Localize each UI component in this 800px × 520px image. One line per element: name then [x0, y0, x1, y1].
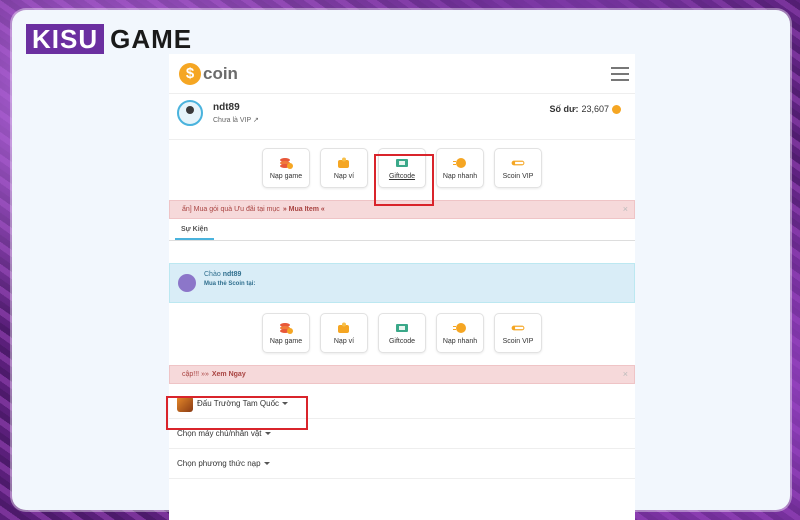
- wallet-icon: [338, 322, 349, 333]
- nap-game-button[interactable]: Nạp game: [262, 148, 310, 188]
- user-icon: [178, 274, 196, 292]
- brand-part2: GAME: [110, 23, 193, 54]
- coins-stack-icon: [280, 322, 293, 334]
- fast-coin-icon: [453, 322, 466, 333]
- external-link-icon: ↗: [252, 117, 259, 124]
- top-bar: $ coin: [169, 54, 635, 94]
- tab-bar: Sự Kiện: [169, 219, 635, 241]
- coins-stack-icon: [280, 157, 293, 169]
- update-alert: cập!!! »» Xem Ngay ×: [169, 365, 635, 384]
- close-icon[interactable]: ×: [623, 369, 628, 379]
- brand-logo: KISU GAME: [26, 24, 192, 54]
- balance-value: 23,607: [581, 104, 609, 114]
- menu-icon[interactable]: [611, 66, 629, 81]
- vip-coin-icon: [511, 325, 525, 330]
- balance-label: Số dư:: [549, 104, 579, 114]
- vip-coin-icon: [511, 160, 525, 165]
- tab-su-kien[interactable]: Sự Kiện: [175, 226, 214, 240]
- chevron-down-icon: [264, 432, 271, 435]
- fast-coin-icon: [453, 157, 466, 168]
- logo-text: coin: [203, 63, 238, 83]
- avatar[interactable]: [177, 100, 203, 126]
- payment-method-select[interactable]: Chọn phương thức nạp: [169, 449, 635, 479]
- action-grid-2: Nạp game Nạp ví Giftcode Nạp nhanh Scoin…: [169, 303, 635, 363]
- giftcode-button-2[interactable]: Giftcode: [378, 313, 426, 353]
- nap-vi-button-2[interactable]: Nạp ví: [320, 313, 368, 353]
- giftcode-highlight-box: [374, 154, 434, 206]
- greeting-panel: Chào ndt89 Mua thẻ Scoin tại:: [169, 263, 635, 303]
- nap-game-button-2[interactable]: Nạp game: [262, 313, 310, 353]
- phone-screen: $ coin ndt89 Chưa là VIP ↗ Số dư: 23,607…: [169, 54, 635, 520]
- second-section: Chào ndt89 Mua thẻ Scoin tại: Nạp game N…: [169, 263, 635, 479]
- balance: Số dư: 23,607: [549, 104, 621, 114]
- gift-card-icon: [396, 323, 408, 332]
- nap-nhanh-button-2[interactable]: Nạp nhanh: [436, 313, 484, 353]
- scoin-logo[interactable]: $ coin: [179, 62, 238, 85]
- chevron-down-icon: [263, 462, 270, 465]
- vip-status-link[interactable]: Chưa là VIP ↗: [213, 116, 259, 124]
- brand-part1: KISU: [26, 24, 105, 54]
- user-panel: ndt89 Chưa là VIP ↗ Số dư: 23,607: [169, 94, 635, 140]
- username: ndt89: [213, 102, 240, 113]
- close-icon[interactable]: ×: [623, 204, 628, 214]
- scoin-vip-button[interactable]: Scoin VIP: [494, 148, 542, 188]
- coin-icon: [612, 104, 621, 114]
- coin-icon: $: [179, 62, 201, 85]
- xem-ngay-link[interactable]: Xem Ngay: [212, 371, 246, 378]
- mua-item-link[interactable]: » Mua Item «: [283, 206, 325, 213]
- scoin-vip-button-2[interactable]: Scoin VIP: [494, 313, 542, 353]
- nap-vi-button[interactable]: Nạp ví: [320, 148, 368, 188]
- nap-nhanh-button[interactable]: Nạp nhanh: [436, 148, 484, 188]
- wallet-icon: [338, 157, 349, 168]
- game-select-highlight-box: [166, 396, 308, 430]
